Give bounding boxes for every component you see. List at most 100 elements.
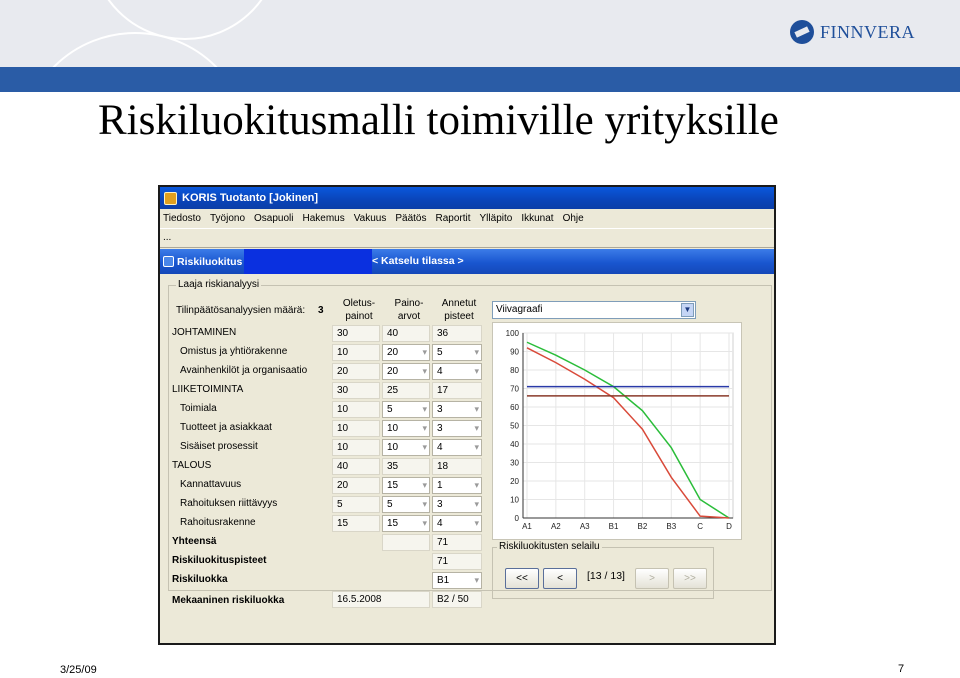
first-button[interactable]: << (505, 568, 539, 589)
weight-field: 25 (382, 382, 430, 399)
col-header-weight: Paino- arvot (394, 298, 424, 322)
subwindow-title: Riskiluokitus (177, 255, 243, 268)
row-label-rahoituksen-riittavyys: Rahoituksen riittävyys (180, 498, 278, 509)
subwindow-titlebar: Riskiluokitus < Katselu tilassa > (160, 249, 774, 274)
points-select[interactable]: 1 (432, 477, 482, 494)
rating-browser: Riskiluokitusten selailu << < [13 / 13] … (492, 541, 714, 599)
points-field: 17 (432, 382, 482, 399)
default-weight-field: 10 (332, 344, 380, 361)
weight-select[interactable]: 10 (382, 420, 430, 437)
points-select[interactable]: 4 (432, 363, 482, 380)
weight-select[interactable]: 15 (382, 515, 430, 532)
logo-mark-icon (790, 20, 814, 44)
menu-item-hakemus[interactable]: Hakemus (302, 213, 344, 224)
chart-type-value: Viivagraafi (496, 304, 543, 315)
total-weight-field (382, 534, 430, 551)
weight-field: 35 (382, 458, 430, 475)
score-label: Riskiluokituspisteet (172, 555, 267, 566)
risk-class-select[interactable]: B1 (432, 572, 482, 589)
x-tick-label: A3 (580, 522, 590, 531)
chart-type-select[interactable]: Viivagraafi ▼ (492, 301, 696, 319)
header-bar (0, 67, 960, 92)
y-tick-label: 60 (510, 403, 519, 412)
slide-date: 3/25/09 (60, 664, 97, 676)
total-label: Yhteensä (172, 536, 217, 547)
subwindow-icon (163, 256, 174, 267)
points-select[interactable]: 5 (432, 344, 482, 361)
y-tick-label: 90 (510, 348, 519, 357)
total-value: 71 (432, 534, 482, 551)
row-label-prosessit: Sisäiset prosessit (180, 441, 258, 452)
menu-item-ohje[interactable]: Ohje (563, 213, 584, 224)
app-icon (164, 191, 177, 205)
points-select[interactable]: 4 (432, 439, 482, 456)
y-tick-label: 10 (510, 496, 519, 505)
y-tick-label: 40 (510, 440, 519, 449)
x-tick-label: B1 (609, 522, 619, 531)
row-label-kannattavuus: Kannattavuus (180, 479, 242, 490)
points-select[interactable]: 4 (432, 515, 482, 532)
last-button[interactable]: >> (673, 568, 707, 589)
window-title: KORIS Tuotanto [Jokinen] (182, 192, 319, 204)
count-value: 3 (318, 305, 324, 316)
finnvera-logo: FINNVERA (790, 20, 915, 44)
mech-class-value: B2 / 50 (432, 591, 482, 608)
x-tick-label: A1 (522, 522, 532, 531)
menu-item-vakuus[interactable]: Vakuus (354, 213, 387, 224)
y-tick-label: 30 (510, 459, 519, 468)
row-label-tuotteet: Tuotteet ja asiakkaat (180, 422, 272, 433)
x-tick-label: D (726, 522, 732, 531)
weight-select[interactable]: 20 (382, 363, 430, 380)
weight-select[interactable]: 15 (382, 477, 430, 494)
default-weight-field: 5 (332, 496, 380, 513)
weight-select[interactable]: 10 (382, 439, 430, 456)
row-label-toimiala: Toimiala (180, 403, 217, 414)
logo-text: FINNVERA (820, 21, 916, 42)
row-label-rahoitusrakenne: Rahoitusrakenne (180, 517, 256, 528)
default-weight-field: 40 (332, 458, 380, 475)
mech-class-label: Mekaaninen riskiluokka (172, 595, 285, 606)
row-label-omistus: Omistus ja yhtiörakenne (180, 346, 288, 357)
weight-select[interactable]: 5 (382, 401, 430, 418)
app-window: KORIS Tuotanto [Jokinen] Tiedosto Työjon… (158, 185, 776, 645)
x-tick-label: B2 (638, 522, 648, 531)
points-select[interactable]: 3 (432, 420, 482, 437)
default-weight-field: 20 (332, 363, 380, 380)
prev-button[interactable]: < (543, 568, 577, 589)
edit-pencil-icon[interactable]: ... (163, 232, 171, 243)
mech-class-date: 16.5.2008 (332, 591, 430, 608)
class-label: Riskiluokka (172, 574, 228, 585)
x-tick-label: B3 (666, 522, 676, 531)
menu-item-osapuoli[interactable]: Osapuoli (254, 213, 293, 224)
menu-item-ikkunat[interactable]: Ikkunat (521, 213, 553, 224)
default-weight-field: 15 (332, 515, 380, 532)
weight-select[interactable]: 20 (382, 344, 430, 361)
row-label-johtaminen: JOHTAMINEN (172, 327, 237, 338)
default-weight-field: 10 (332, 420, 380, 437)
x-tick-label: A2 (551, 522, 561, 531)
col-header-default: Oletus- painot (342, 298, 376, 322)
points-select[interactable]: 3 (432, 496, 482, 513)
x-tick-label: C (697, 522, 703, 531)
mode-label: < Katselu tilassa > (372, 255, 464, 267)
next-button[interactable]: > (635, 568, 669, 589)
count-label: Tilinpäätösanalyysien määrä: (176, 305, 306, 316)
chevron-down-icon[interactable]: ▼ (681, 303, 694, 317)
y-tick-label: 0 (515, 514, 520, 523)
row-label-avainhenkilot: Avainhenkilöt ja organisaatio (180, 365, 308, 376)
redacted-block (244, 249, 372, 274)
menu-item-tyojono[interactable]: Työjono (210, 213, 245, 224)
default-weight-field: 20 (332, 477, 380, 494)
menu-item-tiedosto[interactable]: Tiedosto (163, 213, 201, 224)
rating-panel: Laaja riskianalyysi Tilinpäätösanalyysie… (166, 275, 772, 643)
toolbar: ... (160, 228, 774, 248)
chart-svg: 0 10 20 30 40 50 60 70 80 90 100 A1 A2 A3 B1 B2 B3 C D (506, 329, 734, 531)
menu-item-paatos[interactable]: Päätös (395, 213, 426, 224)
default-weight-field: 30 (332, 382, 380, 399)
menu-item-raportit[interactable]: Raportit (436, 213, 471, 224)
row-label-talous: TALOUS (172, 460, 212, 471)
points-select[interactable]: 3 (432, 401, 482, 418)
menu-item-yllapito[interactable]: Ylläpito (480, 213, 513, 224)
weight-select[interactable]: 5 (382, 496, 430, 513)
score-value: 71 (432, 553, 482, 570)
